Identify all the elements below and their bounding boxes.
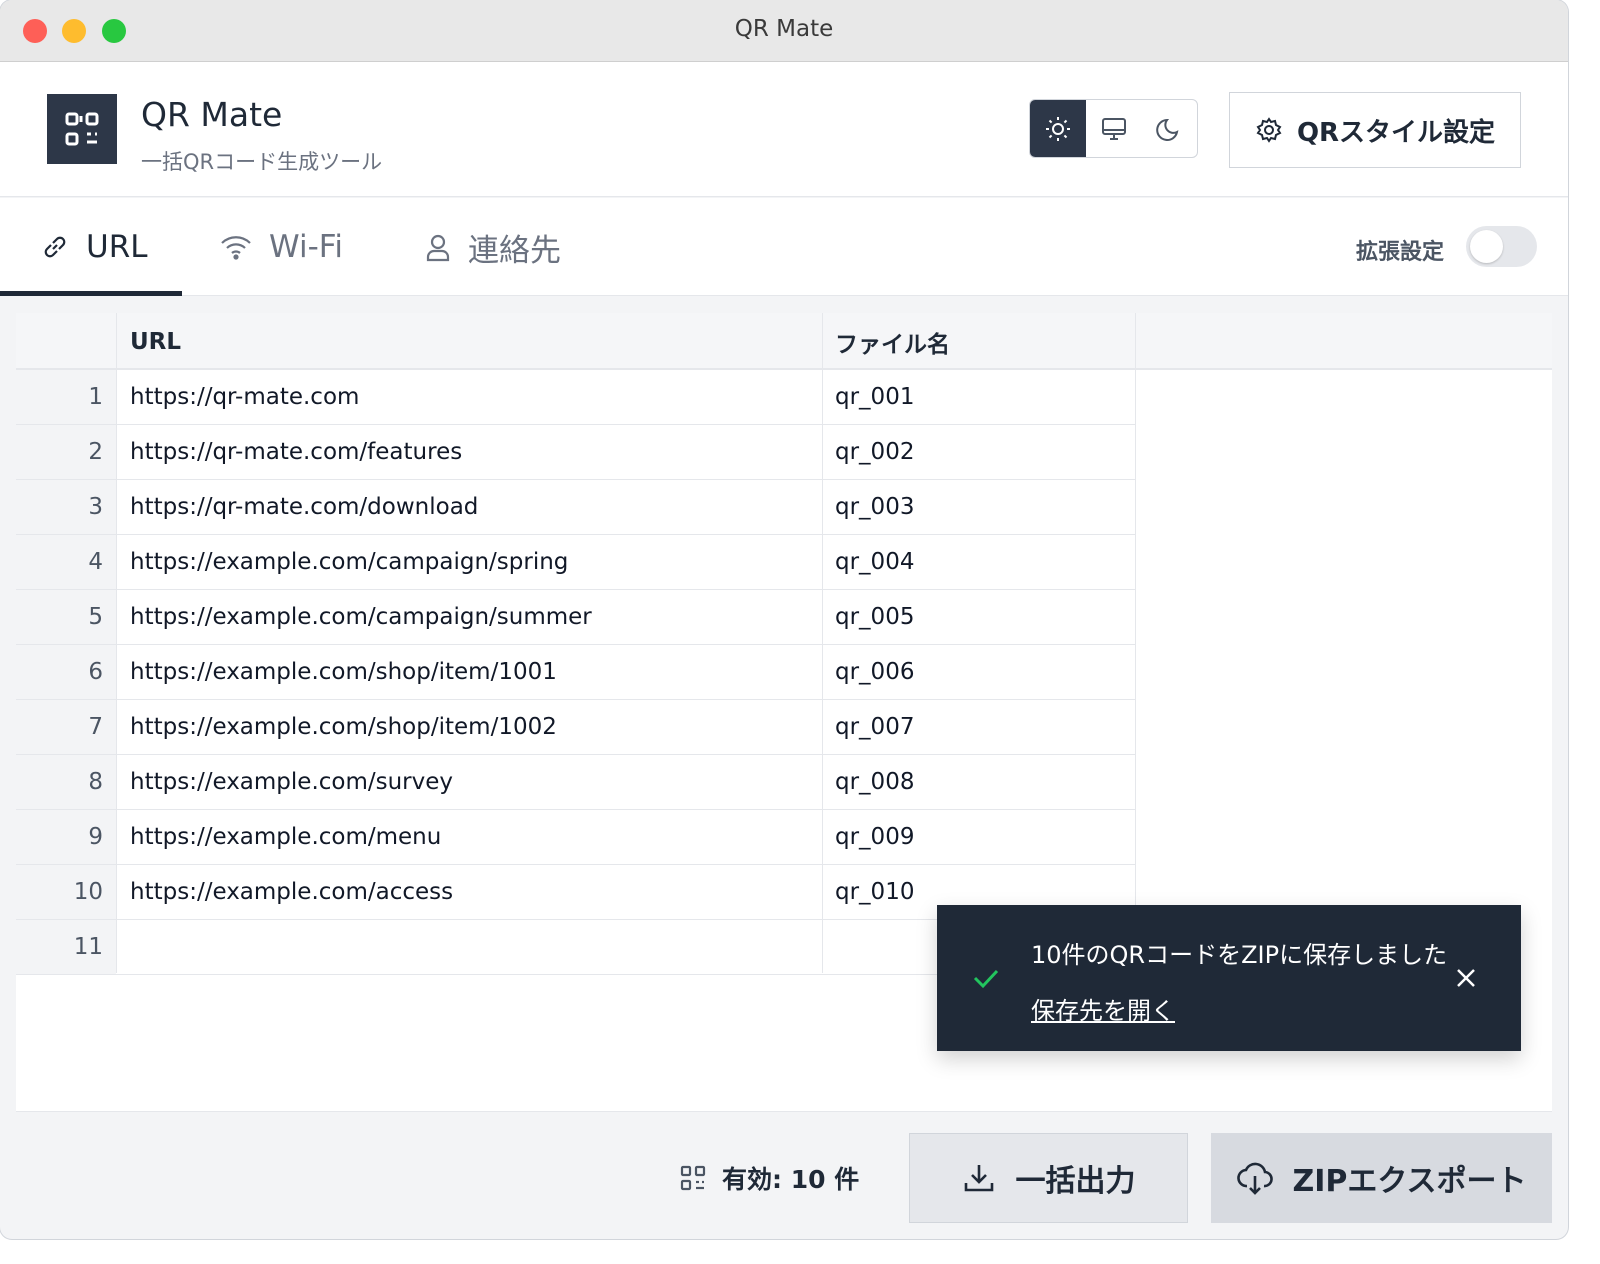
extended-settings-label: 拡張設定 bbox=[1356, 240, 1445, 265]
bulk-export-button[interactable]: 一括出力 bbox=[909, 1133, 1188, 1223]
filename-cell[interactable]: qr_007 bbox=[835, 700, 914, 754]
filename-cell[interactable]: qr_004 bbox=[835, 535, 914, 589]
row-number: 1 bbox=[16, 370, 116, 424]
url-cell[interactable]: https://qr-mate.com bbox=[130, 370, 359, 424]
table-row: 1 https://qr-mate.com qr_001 bbox=[16, 370, 1136, 425]
filename-cell[interactable]: qr_008 bbox=[835, 755, 914, 809]
wifi-icon bbox=[221, 236, 251, 260]
check-icon bbox=[973, 969, 999, 989]
cloud-download-icon bbox=[1237, 1162, 1274, 1195]
filename-cell[interactable]: qr_006 bbox=[835, 645, 914, 699]
table-row: 7 https://example.com/shop/item/1002 qr_00… bbox=[16, 700, 1136, 755]
valid-count: 有効: 10 件 bbox=[680, 1160, 859, 1196]
theme-switcher bbox=[1029, 99, 1198, 158]
row-number: 4 bbox=[16, 535, 116, 589]
toast-message: 10件のQRコードをZIPに保存しました bbox=[1031, 941, 1448, 969]
row-number: 11 bbox=[16, 920, 116, 974]
qr-icon bbox=[680, 1165, 706, 1191]
theme-system-button[interactable] bbox=[1086, 100, 1142, 157]
tab-bar: URL Wi-Fi 連絡先 bbox=[0, 198, 1568, 296]
row-number: 6 bbox=[16, 645, 116, 699]
row-number: 7 bbox=[16, 700, 116, 754]
table-row: 6 https://example.com/shop/item/1001 qr_00… bbox=[16, 645, 1136, 700]
theme-light-button[interactable] bbox=[1030, 100, 1086, 157]
url-cell[interactable]: https://qr-mate.com/features bbox=[130, 425, 462, 479]
row-number: 10 bbox=[16, 865, 116, 919]
table-row: 4 https://example.com/campaign/spring qr_0… bbox=[16, 535, 1136, 590]
url-cell[interactable]: https://example.com/campaign/spring bbox=[130, 535, 568, 589]
zip-export-label: ZIPエクスポート bbox=[1292, 1164, 1527, 1199]
link-icon bbox=[44, 236, 66, 258]
url-cell[interactable]: https://example.com/survey bbox=[130, 755, 453, 809]
valid-count-label: 有効: 10 件 bbox=[722, 1165, 860, 1194]
app-subtitle: 一括QRコード生成ツール bbox=[141, 150, 383, 174]
tab-contact[interactable]: 連絡先 bbox=[424, 198, 561, 296]
table-row: 8 https://example.com/survey qr_008 bbox=[16, 755, 1136, 810]
app-window: QR Mate QR Mate 一括QRコード生成ツール QRスタイル設定 UR… bbox=[0, 0, 1568, 1239]
row-number: 3 bbox=[16, 480, 116, 534]
url-cell[interactable]: https://example.com/campaign/summer bbox=[130, 590, 592, 644]
app-header: QR Mate 一括QRコード生成ツール QRスタイル設定 bbox=[0, 62, 1568, 197]
app-logo bbox=[47, 94, 117, 164]
toggle-knob bbox=[1470, 230, 1503, 263]
url-cell[interactable]: https://example.com/access bbox=[130, 865, 453, 919]
title-bar: QR Mate bbox=[0, 0, 1568, 62]
zip-export-button[interactable]: ZIPエクスポート bbox=[1211, 1133, 1552, 1223]
grid-header: URL ファイル名 bbox=[16, 313, 1552, 370]
url-cell[interactable]: https://example.com/menu bbox=[130, 810, 441, 864]
qr-style-settings-label: QRスタイル設定 bbox=[1296, 117, 1496, 148]
download-icon bbox=[964, 1165, 993, 1192]
tab-wifi[interactable]: Wi-Fi bbox=[219, 198, 343, 296]
qr-style-settings-button[interactable]: QRスタイル設定 bbox=[1229, 92, 1521, 168]
url-cell[interactable]: https://example.com/shop/item/1002 bbox=[130, 700, 557, 754]
tab-wifi-label: Wi-Fi bbox=[269, 229, 343, 265]
moon-icon bbox=[1156, 118, 1179, 141]
filename-cell[interactable]: qr_003 bbox=[835, 480, 914, 534]
row-number: 2 bbox=[16, 425, 116, 479]
tab-url-label: URL bbox=[86, 229, 148, 265]
row-number: 9 bbox=[16, 810, 116, 864]
gear-icon bbox=[1256, 117, 1282, 143]
row-number: 8 bbox=[16, 755, 116, 809]
open-save-location-link[interactable]: 保存先を開く bbox=[1031, 991, 1175, 1026]
column-header-url[interactable]: URL bbox=[130, 313, 181, 370]
filename-cell[interactable]: qr_002 bbox=[835, 425, 914, 479]
active-tab-indicator bbox=[0, 291, 182, 296]
qr-logo-icon bbox=[65, 112, 99, 146]
app-name: QR Mate bbox=[141, 95, 283, 134]
column-header-filename[interactable]: ファイル名 bbox=[835, 313, 950, 370]
extended-settings-toggle[interactable] bbox=[1466, 226, 1537, 267]
toast-notification: 10件のQRコードをZIPに保存しました 保存先を開く bbox=[937, 905, 1521, 1051]
close-icon[interactable] bbox=[1453, 965, 1479, 991]
bulk-export-label: 一括出力 bbox=[1015, 1164, 1136, 1199]
monitor-icon bbox=[1101, 117, 1126, 140]
tab-url[interactable]: URL bbox=[40, 198, 148, 296]
filename-cell[interactable]: qr_009 bbox=[835, 810, 914, 864]
window-title: QR Mate bbox=[734, 16, 834, 42]
filename-cell[interactable]: qr_010 bbox=[835, 865, 914, 919]
table-row: 5 https://example.com/campaign/summer qr_0… bbox=[16, 590, 1136, 645]
table-row: 9 https://example.com/menu qr_009 bbox=[16, 810, 1136, 865]
filename-cell[interactable]: qr_001 bbox=[835, 370, 914, 424]
filename-cell[interactable]: qr_005 bbox=[835, 590, 914, 644]
sun-icon bbox=[1045, 116, 1070, 141]
user-icon bbox=[426, 234, 450, 262]
row-number: 5 bbox=[16, 590, 116, 644]
table-row: 3 https://qr-mate.com/download qr_003 bbox=[16, 480, 1136, 535]
url-cell[interactable]: https://example.com/shop/item/1001 bbox=[130, 645, 557, 699]
theme-dark-button[interactable] bbox=[1141, 100, 1197, 157]
table-row: 2 https://qr-mate.com/features qr_002 bbox=[16, 425, 1136, 480]
tab-contact-label: 連絡先 bbox=[468, 232, 561, 269]
url-cell[interactable]: https://qr-mate.com/download bbox=[130, 480, 478, 534]
